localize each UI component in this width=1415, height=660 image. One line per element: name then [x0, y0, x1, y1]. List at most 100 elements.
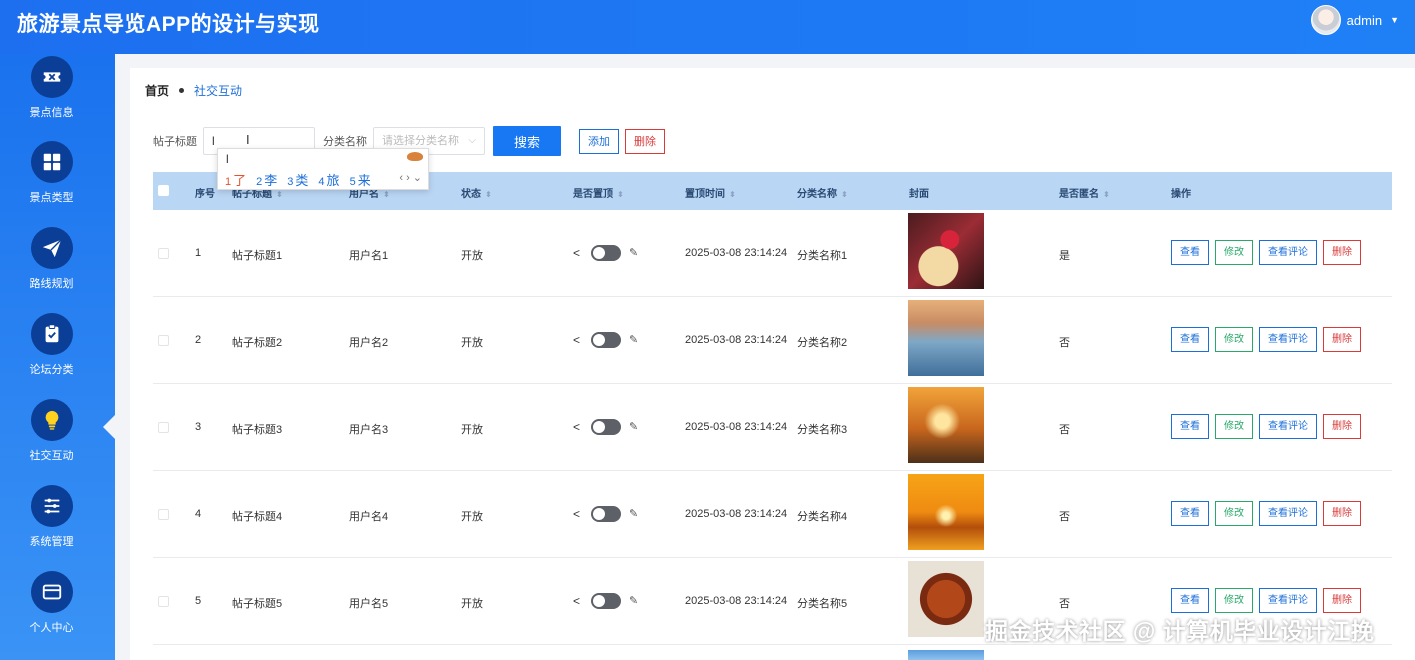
view-button[interactable]: 查看 — [1171, 414, 1209, 439]
sidebar-item-label: 系统管理 — [29, 536, 74, 548]
cell-status: 开放 — [461, 250, 483, 262]
view-button[interactable]: 查看 — [1171, 501, 1209, 526]
view-comments-button[interactable]: 查看评论 — [1259, 414, 1317, 439]
ime-candidate[interactable]: 2李 — [256, 170, 277, 189]
breadcrumb-separator — [179, 88, 185, 93]
sidebar-item-forum-category[interactable]: 论坛分类 — [0, 313, 103, 377]
cell-index: 5 — [195, 595, 202, 607]
view-button[interactable]: 查看 — [1171, 327, 1209, 352]
cell-user: 用户名4 — [349, 511, 389, 523]
delete-button[interactable]: 删除 — [1323, 588, 1361, 613]
ime-candidate[interactable]: 5来 — [350, 170, 371, 189]
sidebar-item-route-planning[interactable]: 路线规划 — [0, 227, 103, 291]
view-comments-button[interactable]: 查看评论 — [1259, 588, 1317, 613]
ticket-icon — [30, 56, 73, 98]
cell-title: 帖子标题2 — [232, 337, 283, 349]
pen-icon[interactable]: ✎ — [629, 246, 638, 259]
delete-button[interactable]: 删除 — [1323, 327, 1361, 352]
row-checkbox[interactable] — [158, 422, 169, 433]
col-pin-time[interactable]: 置顶时间 ⬍ — [685, 185, 736, 200]
sidebar-item-label: 论坛分类 — [29, 364, 74, 376]
cell-pin-time: 2025-03-08 23:14:24 — [685, 421, 788, 433]
ime-candidate[interactable]: 1了 — [225, 170, 246, 189]
cell-title: 帖子标题1 — [232, 250, 283, 262]
share-icon[interactable]: < — [573, 333, 580, 347]
sidebar-item-label: 景点信息 — [29, 107, 74, 119]
post-table: 序号 帖子标题 ⬍ 用户名 ⬍ 状态 ⬍ 是否置顶 ⬍ 置顶时间 ⬍ 分类名称 ⬍ 封面 是… — [153, 172, 1392, 645]
col-actions: 操作 — [1171, 189, 1191, 200]
ime-candidate[interactable]: 3类 — [287, 170, 308, 189]
ime-pager-icon[interactable]: ‹ › ⌄ — [399, 171, 422, 184]
breadcrumb: 首页 社交互动 — [145, 82, 242, 99]
col-category[interactable]: 分类名称 ⬍ — [797, 185, 848, 200]
table-row: 1 帖子标题1 用户名1 开放 < ✎ 2025-03-08 23:14:24 … — [153, 210, 1392, 297]
pinned-toggle[interactable] — [591, 506, 621, 522]
cell-anonymous: 是 — [1059, 250, 1070, 262]
pen-icon[interactable]: ✎ — [629, 333, 638, 346]
delete-button[interactable]: 删除 — [1323, 501, 1361, 526]
view-comments-button[interactable]: 查看评论 — [1259, 240, 1317, 265]
text-cursor-icon: I — [246, 132, 250, 147]
edit-button[interactable]: 修改 — [1215, 327, 1253, 352]
sort-icon: ⬍ — [841, 190, 848, 199]
edit-button[interactable]: 修改 — [1215, 501, 1253, 526]
category-filter-label: 分类名称 — [323, 136, 367, 148]
caret-down-icon[interactable]: ▼ — [1390, 15, 1399, 25]
pinned-toggle[interactable] — [591, 593, 621, 609]
view-comments-button[interactable]: 查看评论 — [1259, 501, 1317, 526]
sidebar-item-social[interactable]: 社交互动 — [0, 399, 103, 463]
share-icon[interactable]: < — [573, 507, 580, 521]
clipboard-check-icon — [30, 313, 73, 355]
pinned-toggle[interactable] — [591, 332, 621, 348]
view-button[interactable]: 查看 — [1171, 588, 1209, 613]
col-anonymous[interactable]: 是否匿名 ⬍ — [1059, 185, 1110, 200]
share-icon[interactable]: < — [573, 420, 580, 434]
row-checkbox[interactable] — [158, 509, 169, 520]
col-cover: 封面 — [909, 189, 929, 200]
cell-anonymous: 否 — [1059, 337, 1070, 349]
username[interactable]: admin — [1347, 13, 1382, 28]
cover-image — [908, 474, 984, 550]
batch-delete-button[interactable]: 删除 — [625, 128, 665, 154]
sidebar-item-scenic-info[interactable]: 景点信息 — [0, 56, 103, 120]
user-menu[interactable]: admin ▼ — [1310, 5, 1399, 35]
edit-button[interactable]: 修改 — [1215, 240, 1253, 265]
title-input-value: l — [212, 134, 215, 148]
ime-logo-icon — [407, 152, 423, 161]
sidebar-item-scenic-type[interactable]: 景点类型 — [0, 141, 103, 205]
sidebar-item-label: 社交互动 — [29, 450, 74, 462]
avatar[interactable] — [1310, 5, 1341, 35]
cell-anonymous: 否 — [1059, 424, 1070, 436]
sidebar-item-label: 个人中心 — [29, 622, 74, 634]
sidebar-item-system[interactable]: 系统管理 — [0, 485, 103, 549]
view-button[interactable]: 查看 — [1171, 240, 1209, 265]
row-checkbox[interactable] — [158, 335, 169, 346]
ime-candidate[interactable]: 4旅 — [318, 170, 339, 189]
cell-category: 分类名称4 — [797, 511, 848, 523]
breadcrumb-home[interactable]: 首页 — [145, 82, 169, 99]
col-pinned[interactable]: 是否置顶 ⬍ — [573, 185, 624, 200]
pinned-toggle[interactable] — [591, 245, 621, 261]
col-status[interactable]: 状态 ⬍ — [461, 185, 492, 200]
edit-button[interactable]: 修改 — [1215, 588, 1253, 613]
delete-button[interactable]: 删除 — [1323, 240, 1361, 265]
share-icon[interactable]: < — [573, 594, 580, 608]
add-button[interactable]: 添加 — [579, 128, 619, 154]
pen-icon[interactable]: ✎ — [629, 594, 638, 607]
search-button[interactable]: 搜索 — [493, 126, 561, 156]
pen-icon[interactable]: ✎ — [629, 507, 638, 520]
select-all-checkbox[interactable] — [158, 185, 169, 196]
delete-button[interactable]: 删除 — [1323, 414, 1361, 439]
sidebar-item-label: 路线规划 — [29, 278, 74, 290]
row-checkbox[interactable] — [158, 596, 169, 607]
cell-anonymous: 否 — [1059, 511, 1070, 523]
pinned-toggle[interactable] — [591, 419, 621, 435]
pen-icon[interactable]: ✎ — [629, 420, 638, 433]
paper-plane-icon — [30, 227, 73, 269]
share-icon[interactable]: < — [573, 246, 580, 260]
row-checkbox[interactable] — [158, 248, 169, 259]
view-comments-button[interactable]: 查看评论 — [1259, 327, 1317, 352]
sidebar-item-personal[interactable]: 个人中心 — [0, 571, 103, 635]
edit-button[interactable]: 修改 — [1215, 414, 1253, 439]
cell-category: 分类名称3 — [797, 424, 848, 436]
